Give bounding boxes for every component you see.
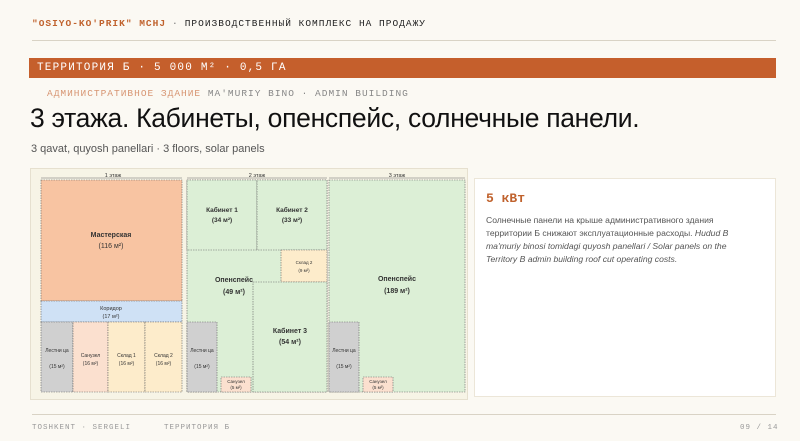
territory-band: ТЕРРИТОРИЯ Б · 5 000 М² · 0,5 ГА (29, 58, 776, 78)
room-label: Санузел (227, 379, 245, 384)
room-label: Склад 1 (117, 353, 136, 359)
room-area: (189 м²) (384, 288, 410, 295)
floor-1: 1 этаж Мастерская (116 м²) Коридор (17 м… (40, 173, 183, 393)
page-subtitle: 3 qavat, quyosh panellari · 3 floors, so… (31, 143, 265, 155)
floor-2: 2 этаж Кабинет 1 (34 м²) Кабинет 2 (33 м… (186, 173, 328, 393)
room-area: (15 м²) (49, 364, 65, 370)
room-stair (328, 321, 360, 393)
room-office-1 (186, 179, 258, 251)
room-label: Кабинет 2 (276, 206, 308, 214)
room-label: Лестни ца (332, 348, 356, 354)
header-title: ПРОИЗВОДСТВЕННЫЙ КОМПЛЕКС НА ПРОДАЖУ (184, 18, 426, 29)
company-name: "OSIYO-KO'PRIK" MCHJ (32, 18, 167, 29)
floorplan-panel: 1 этаж Мастерская (116 м²) Коридор (17 м… (30, 168, 468, 400)
room-label: Опенспейс (215, 276, 253, 284)
room-label: Лестни ца (45, 348, 69, 354)
floorplan-drawing: 1 этаж Мастерская (116 м²) Коридор (17 м… (40, 173, 466, 393)
solar-capacity: 5 кВт (486, 191, 526, 206)
room-area: (16 м²) (119, 361, 135, 367)
room-area: (5 м²) (230, 385, 242, 390)
room-stair (40, 321, 74, 393)
room-label: Кабинет 3 (273, 327, 307, 335)
room-label: Мастерская (91, 232, 132, 239)
header-separator: · (172, 18, 179, 29)
room-area: (33 м²) (282, 217, 302, 224)
room-workshop (40, 179, 183, 302)
room-label: Кабинет 1 (206, 206, 238, 214)
room-label: Санузел (369, 379, 387, 384)
info-description: Солнечные панели на крыше административн… (486, 214, 756, 266)
top-divider (32, 40, 776, 41)
info-card: 5 кВт Солнечные панели на крыше админист… (474, 178, 776, 397)
room-area: (15 м²) (194, 364, 210, 370)
room-area: (16 м²) (156, 361, 172, 367)
room-office-3 (252, 281, 328, 393)
room-label: Лестни ца (190, 348, 214, 354)
room-stair (186, 321, 218, 393)
bottom-divider (32, 414, 776, 415)
room-area: (116 м²) (99, 243, 124, 250)
room-area: (49 м²) (223, 289, 245, 296)
room-storage-2f (280, 249, 328, 283)
room-label: Опенспейс (378, 275, 416, 283)
footer-location: TOSHKENT · SERGELI ТЕРРИТОРИЯ Б (32, 424, 231, 432)
eyebrow-ru: АДМИНИСТРАТИВНОЕ ЗДАНИЕ (47, 88, 202, 99)
room-area: (16 м²) (83, 361, 99, 367)
header: "OSIYO-KO'PRIK" MCHJ · ПРОИЗВОДСТВЕННЫЙ КО… (32, 18, 426, 29)
eyebrow-latin: MA'MURIY BINO · ADMIN BUILDING (207, 88, 409, 99)
room-label: Склад 2 (154, 353, 173, 359)
room-label: Склад 2 (296, 260, 313, 265)
page-title: 3 этажа. Кабинеты, опенспейс, солнечные … (30, 103, 640, 133)
floor-3: 3 этаж Опенспейс (189 м²) Лестни ца (15 … (328, 173, 466, 393)
eyebrow: АДМИНИСТРАТИВНОЕ ЗДАНИЕ MA'MURIY BINO · … (47, 88, 409, 99)
room-area: (15 м²) (336, 364, 352, 370)
page-number: 09 / 14 (740, 424, 779, 432)
room-label: Санузел (81, 353, 101, 359)
room-office-2 (256, 179, 328, 251)
room-area: (5 м²) (372, 385, 384, 390)
room-area: (54 м²) (279, 339, 301, 346)
description-ru: Солнечные панели на крыше административн… (486, 215, 714, 238)
room-area: (34 м²) (212, 217, 232, 224)
room-area: (9 м²) (298, 268, 310, 273)
room-area: (17 м²) (103, 314, 120, 320)
room-label: Коридор (100, 306, 122, 312)
